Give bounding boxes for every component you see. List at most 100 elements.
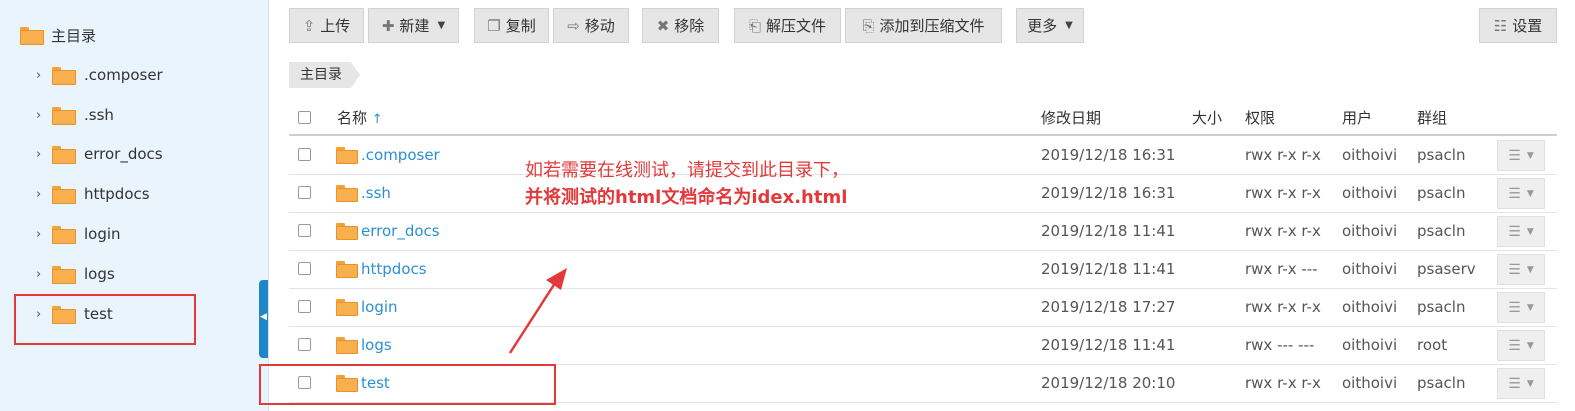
sidebar-item-httpdocs[interactable]: › httpdocs xyxy=(36,181,150,207)
folder-icon xyxy=(336,299,358,316)
permissions: rwx r-x r-x xyxy=(1245,184,1321,202)
annotation-note: 如若需要在线测试，请提交到此目录下， 并将测试的html文档命名为idex.ht… xyxy=(525,157,849,211)
row-divider xyxy=(289,288,1557,289)
tree-root-label: 主目录 xyxy=(51,26,97,45)
sort-ascending-icon: ↑ xyxy=(371,112,383,127)
plus-icon: ✚ xyxy=(381,16,395,35)
row-checkbox[interactable] xyxy=(298,338,311,351)
chevron-right-icon[interactable]: › xyxy=(36,108,48,123)
modified-date: 2019/12/18 16:31 xyxy=(1041,184,1176,202)
extract-label: 解压文件 xyxy=(766,17,827,35)
permissions: rwx --- --- xyxy=(1245,336,1315,354)
compress-label: 添加到压缩文件 xyxy=(879,17,985,35)
permissions: rwx r-x r-x xyxy=(1245,374,1321,392)
caret-down-icon: ▼ xyxy=(1526,264,1534,275)
sidebar-item-error-docs[interactable]: › error_docs xyxy=(36,141,163,167)
row-menu-button[interactable]: ☰ ▼ xyxy=(1497,330,1545,361)
column-header-user[interactable]: 用户 xyxy=(1342,103,1372,133)
row-menu-button[interactable]: ☰ ▼ xyxy=(1497,254,1545,285)
file-name-link[interactable]: logs xyxy=(361,334,392,356)
extract-icon: ⎗ xyxy=(748,16,761,35)
owner-group: psacln xyxy=(1417,298,1466,316)
extract-button[interactable]: ⎗ 解压文件 xyxy=(734,8,841,43)
settings-button[interactable]: ☷ 设置 xyxy=(1479,8,1557,43)
select-all-checkbox[interactable] xyxy=(298,111,311,124)
compress-button[interactable]: ⎘ 添加到压缩文件 xyxy=(845,8,1002,43)
file-name-link[interactable]: .composer xyxy=(361,144,440,166)
column-header-modified[interactable]: 修改日期 xyxy=(1041,103,1101,133)
caret-down-icon: ▼ xyxy=(1526,340,1534,351)
sidebar-collapse-handle[interactable]: ◀ xyxy=(259,280,268,358)
move-button[interactable]: ⇨ 移动 xyxy=(553,8,629,43)
menu-icon: ☰ xyxy=(1508,147,1521,164)
row-menu-button[interactable]: ☰ ▼ xyxy=(1497,292,1545,323)
row-menu-button[interactable]: ☰ ▼ xyxy=(1497,178,1545,209)
owner-group: psacln xyxy=(1417,374,1466,392)
column-name-label: 名称 xyxy=(337,109,368,127)
owner-user: oithoivi xyxy=(1342,184,1398,202)
menu-icon: ☰ xyxy=(1508,185,1521,202)
new-label: 新建 xyxy=(399,17,430,35)
chevron-right-icon[interactable]: › xyxy=(36,227,48,242)
remove-button[interactable]: ✖ 移除 xyxy=(642,8,719,43)
row-checkbox[interactable] xyxy=(298,148,311,161)
row-menu-button[interactable]: ☰ ▼ xyxy=(1497,216,1545,247)
highlight-box-sidebar-test xyxy=(14,294,196,345)
new-button[interactable]: ✚ 新建 ▼ xyxy=(368,8,459,43)
sidebar-item-composer[interactable]: › .composer xyxy=(36,62,163,88)
row-checkbox[interactable] xyxy=(298,262,311,275)
column-header-size[interactable]: 大小 xyxy=(1192,103,1222,133)
caret-down-icon: ▼ xyxy=(1526,378,1534,389)
tree-root[interactable]: 主目录 xyxy=(20,22,96,48)
more-label: 更多 xyxy=(1027,17,1058,35)
row-menu-button[interactable]: ☰ ▼ xyxy=(1497,368,1545,399)
sidebar-item-login[interactable]: › login xyxy=(36,221,121,247)
owner-group: root xyxy=(1417,336,1448,354)
sidebar-divider xyxy=(268,0,269,411)
modified-date: 2019/12/18 11:41 xyxy=(1041,336,1176,354)
chevron-right-icon[interactable]: › xyxy=(36,267,48,282)
menu-icon: ☰ xyxy=(1508,261,1521,278)
upload-icon: ⇪ xyxy=(302,16,316,35)
file-name-link[interactable]: httpdocs xyxy=(361,258,427,280)
breadcrumb[interactable]: 主目录 xyxy=(289,62,360,88)
arrow-right-icon: ⇨ xyxy=(567,16,580,35)
file-name-link[interactable]: login xyxy=(361,296,398,318)
menu-icon: ☰ xyxy=(1508,299,1521,316)
row-menu-button[interactable]: ☰ ▼ xyxy=(1497,140,1545,171)
column-header-name[interactable]: 名称 ↑ xyxy=(337,103,383,133)
settings-label: 设置 xyxy=(1512,17,1543,35)
sidebar-item-label: error_docs xyxy=(84,145,163,163)
chevron-right-icon[interactable]: › xyxy=(36,187,48,202)
upload-label: 上传 xyxy=(320,17,351,35)
annotation-line-1: 如若需要在线测试，请提交到此目录下， xyxy=(525,160,849,181)
chevron-right-icon[interactable]: › xyxy=(36,147,48,162)
archive-icon: ⎘ xyxy=(862,16,875,35)
sidebar-item-ssh[interactable]: › .ssh xyxy=(36,102,114,128)
sidebar-item-label: .ssh xyxy=(84,106,114,124)
row-checkbox[interactable] xyxy=(298,300,311,313)
owner-group: psacln xyxy=(1417,146,1466,164)
permissions: rwx r-x r-x xyxy=(1245,298,1321,316)
column-header-permissions[interactable]: 权限 xyxy=(1245,103,1275,133)
modified-date: 2019/12/18 17:27 xyxy=(1041,298,1176,316)
owner-group: psaserv xyxy=(1417,260,1476,278)
sidebar-item-label: logs xyxy=(84,265,115,283)
file-manager: 主目录 › .composer › .ssh › error_docs › ht… xyxy=(0,0,1575,411)
file-name-link[interactable]: error_docs xyxy=(361,220,440,242)
owner-user: oithoivi xyxy=(1342,336,1398,354)
modified-date: 2019/12/18 11:41 xyxy=(1041,260,1176,278)
file-name-link[interactable]: .ssh xyxy=(361,182,391,204)
more-button[interactable]: 更多 ▼ xyxy=(1016,8,1084,43)
chevron-right-icon[interactable]: › xyxy=(36,68,48,83)
permissions: rwx r-x r-x xyxy=(1245,222,1321,240)
copy-button[interactable]: ❐ 复制 xyxy=(474,8,549,43)
highlight-box-test-row xyxy=(259,364,556,405)
row-checkbox[interactable] xyxy=(298,186,311,199)
sidebar-item-logs[interactable]: › logs xyxy=(36,261,115,287)
column-header-group[interactable]: 群组 xyxy=(1417,103,1447,133)
upload-button[interactable]: ⇪ 上传 xyxy=(289,8,364,43)
row-divider xyxy=(289,250,1557,251)
row-checkbox[interactable] xyxy=(298,224,311,237)
menu-icon: ☰ xyxy=(1508,375,1521,392)
